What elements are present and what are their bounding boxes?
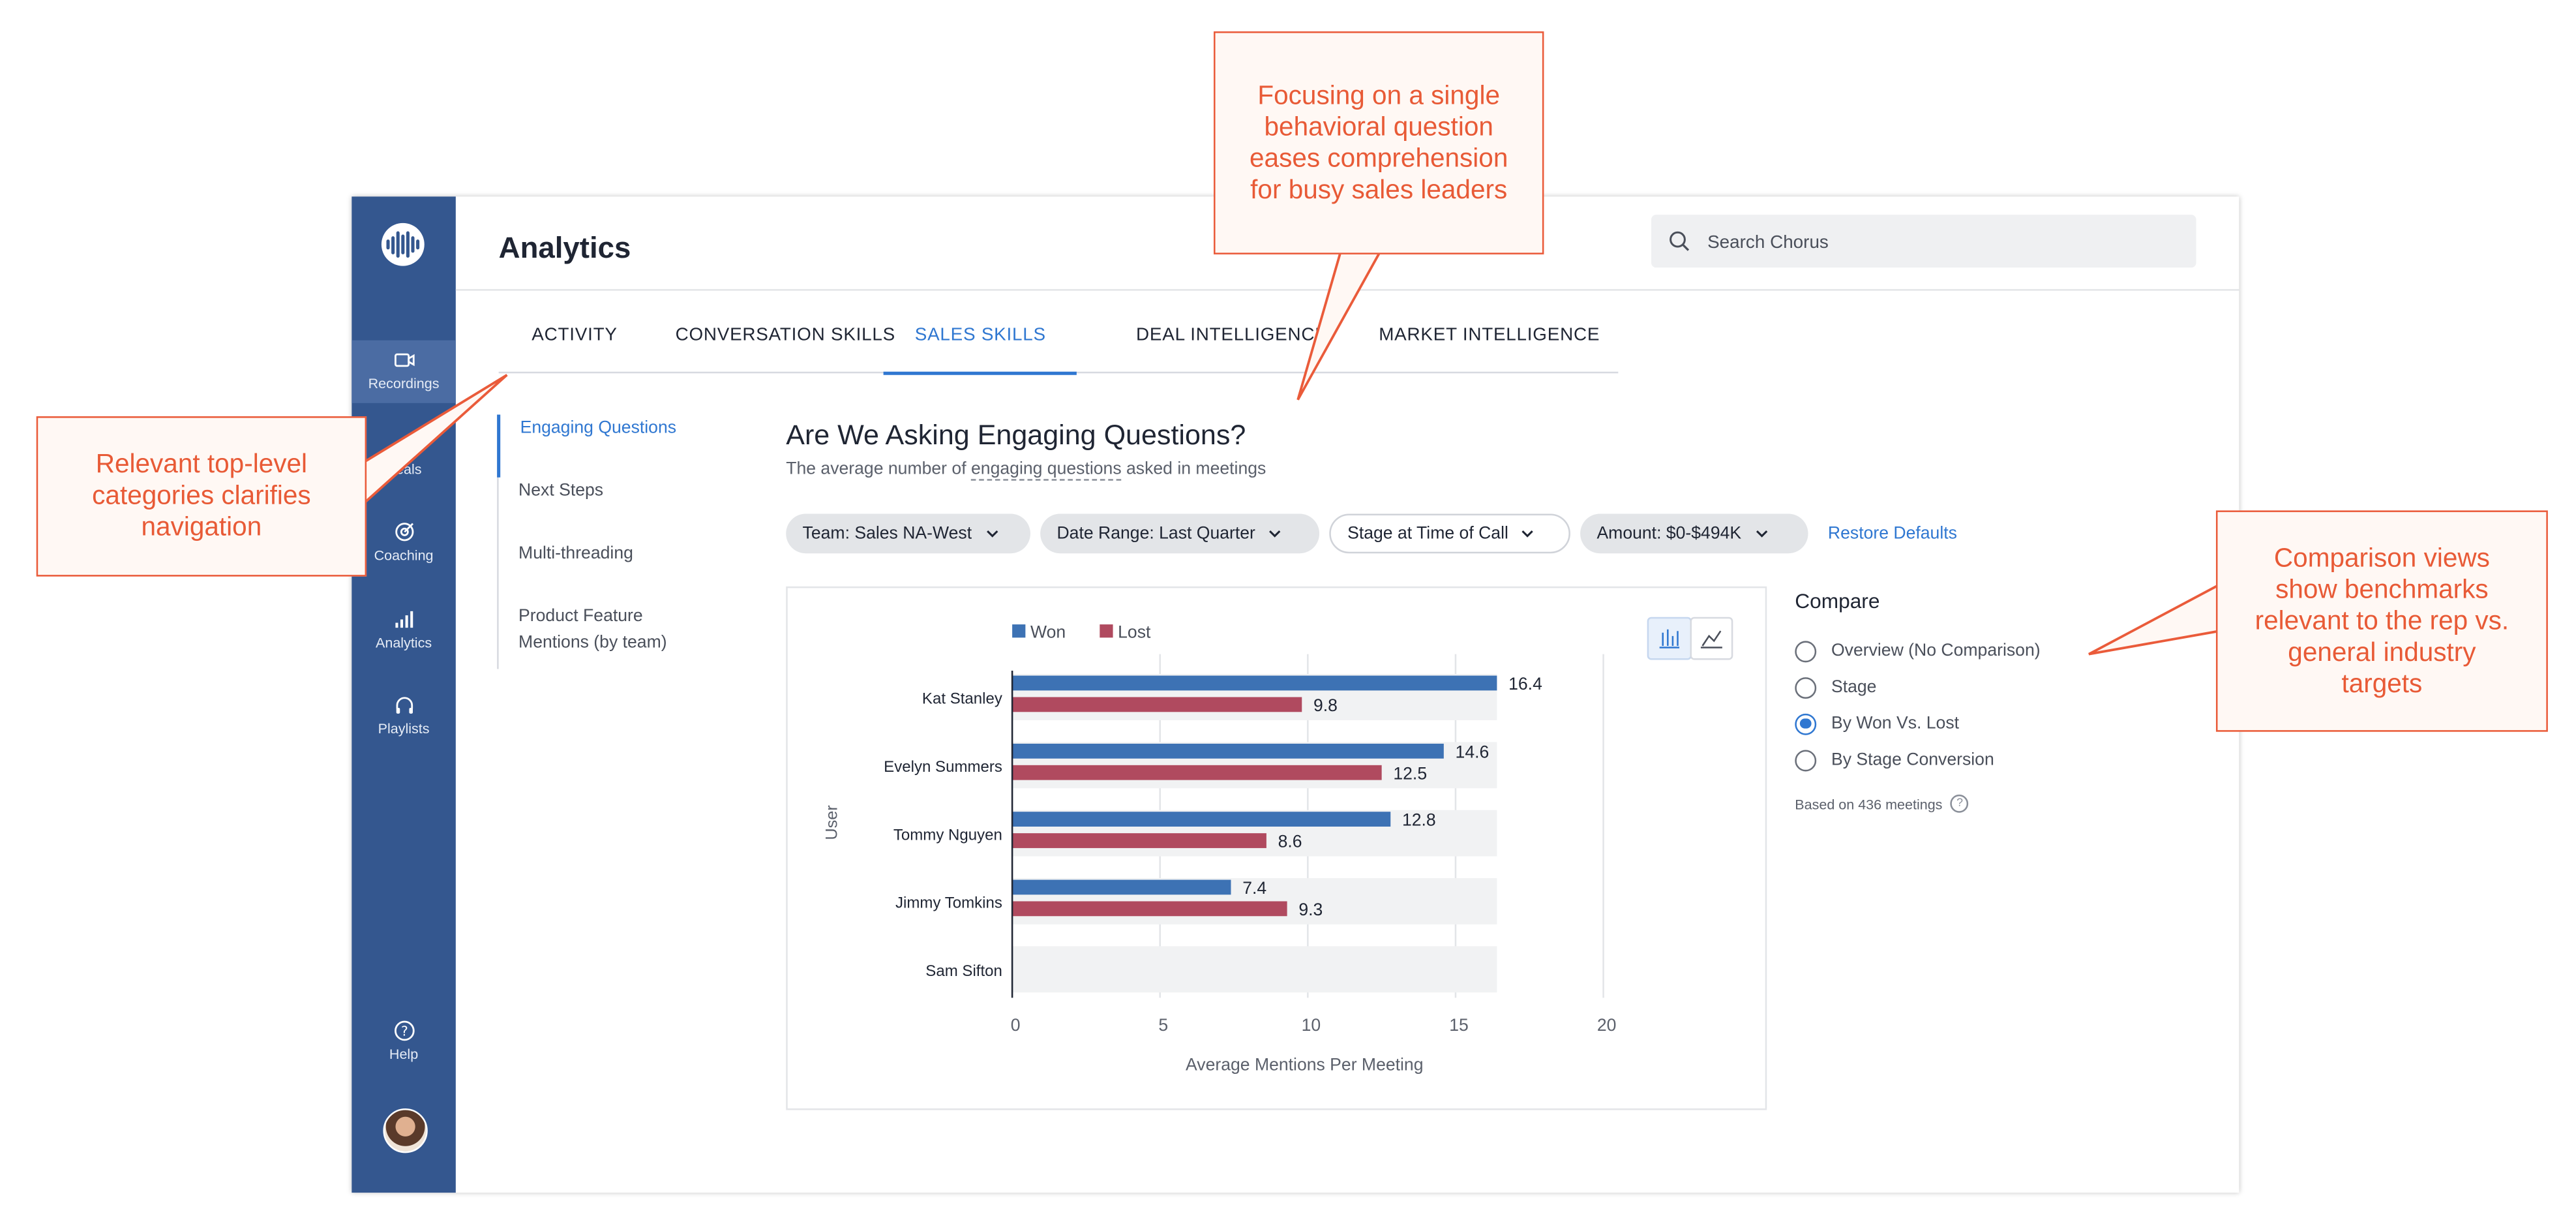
callout-right: Comparison views show benchmarks relevan… — [2215, 510, 2548, 732]
callout-left: Relevant top-level categories clarifies … — [36, 416, 367, 577]
callout-pointer-left — [362, 374, 508, 507]
callout-pointer-top — [1296, 249, 1383, 401]
callout-pointer-right — [2088, 583, 2221, 656]
callout-top: Focusing on a single behavioral question… — [1214, 31, 1544, 254]
